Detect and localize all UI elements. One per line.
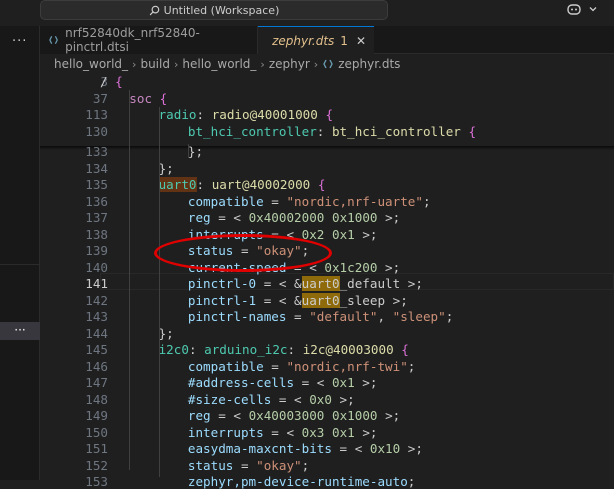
indent-guide — [188, 144, 189, 158]
line-number: 148 — [40, 392, 108, 407]
code-line[interactable]: #size-cells = < 0x0 >; — [188, 392, 355, 407]
line-number: 139 — [40, 243, 108, 258]
breadcrumb-item[interactable]: zephyr.dts — [338, 57, 400, 71]
code-line[interactable]: status = "okay"; — [188, 243, 309, 258]
line-number: 149 — [40, 408, 108, 423]
code-line[interactable]: pinctrl-names = "default", "sleep"; — [188, 309, 453, 324]
breadcrumb: hello_world_ › build › hello_world_ › ze… — [40, 54, 614, 74]
workspace-title: Untitled (Workspace) — [164, 4, 280, 17]
code-line[interactable]: }; — [188, 144, 203, 159]
file-icon — [48, 34, 59, 46]
line-number: 135 — [40, 177, 108, 192]
line-number: 141 — [40, 276, 108, 291]
code-line[interactable]: radio: radio@40001000 { — [159, 107, 333, 122]
line-number: 153 — [40, 474, 108, 489]
panel-divider — [0, 264, 40, 265]
line-number: 130 — [40, 124, 108, 139]
code-line[interactable]: current-speed = < 0x1c200 >; — [188, 260, 400, 275]
line-number: 3 — [40, 74, 108, 89]
line-number: 138 — [40, 227, 108, 242]
code-line[interactable]: }; — [159, 326, 174, 341]
line-number: 133 — [40, 144, 108, 159]
line-number: 37 — [40, 91, 108, 106]
code-line[interactable]: reg = < 0x40002000 0x1000 >; — [188, 210, 400, 225]
line-number: 144 — [40, 326, 108, 341]
sticky-scroll-shadow — [40, 146, 614, 150]
tab-label: zephyr.dts — [272, 34, 334, 48]
breadcrumb-item[interactable]: hello_world_ — [182, 57, 256, 71]
line-number: 152 — [40, 458, 108, 473]
line-number: 146 — [40, 359, 108, 374]
line-number: 134 — [40, 161, 108, 176]
side-panel: ··· ··· — [0, 26, 40, 480]
indent-guide — [129, 90, 130, 470]
code-line[interactable]: pinctrl-0 = < &uart0_default >; — [188, 276, 423, 291]
indent-guide — [159, 107, 160, 477]
line-number: 136 — [40, 194, 108, 209]
search-icon — [149, 5, 160, 16]
code-line[interactable]: reg = < 0x40003000 0x1000 >; — [188, 408, 400, 423]
title-bar: Untitled (Workspace) — [0, 0, 614, 26]
tab-pinctrl-dtsi[interactable]: nrf52840dk_nrf52840-pinctrl.dtsi — [40, 26, 258, 54]
code-line[interactable]: compatible = "nordic,nrf-uarte"; — [188, 194, 431, 209]
chevron-down-icon[interactable] — [588, 4, 598, 14]
tab-label: nrf52840dk_nrf52840-pinctrl.dtsi — [65, 26, 249, 54]
chevron-right-icon: › — [174, 58, 178, 71]
chevron-right-icon: › — [314, 58, 318, 71]
line-number: 143 — [40, 309, 108, 324]
tab-zephyr-dts[interactable]: zephyr.dts 1 ✕ — [258, 26, 374, 54]
line-number: 137 — [40, 210, 108, 225]
code-line[interactable]: pinctrl-1 = < &uart0_sleep >; — [188, 293, 408, 308]
code-line[interactable]: easydma-maxcnt-bits = < 0x10 >; — [188, 441, 423, 456]
breadcrumb-item[interactable]: zephyr — [269, 57, 310, 71]
code-line[interactable]: status = "okay"; — [188, 458, 309, 473]
code-line[interactable]: }; — [159, 161, 174, 176]
command-center-search[interactable]: Untitled (Workspace) — [40, 0, 388, 20]
chevron-right-icon: › — [132, 58, 136, 71]
chevron-right-icon: › — [260, 58, 264, 71]
line-number: 140 — [40, 260, 108, 275]
problem-count-badge: 1 — [340, 34, 348, 48]
breadcrumb-item[interactable]: hello_world_ — [54, 57, 128, 71]
more-actions-icon[interactable]: ··· — [12, 34, 27, 49]
code-line[interactable]: interrupts = < 0x3 0x1 >; — [188, 425, 378, 440]
line-number: 150 — [40, 425, 108, 440]
editor-tabs: nrf52840dk_nrf52840-pinctrl.dtsi zephyr.… — [40, 26, 614, 54]
code-line[interactable]: interrupts = < 0x2 0x1 >; — [188, 227, 378, 242]
breadcrumb-item[interactable]: build — [140, 57, 170, 71]
code-line[interactable]: i2c0: arduino_i2c: i2c@40003000 { — [159, 342, 409, 357]
code-line[interactable]: / { — [100, 74, 123, 89]
line-number: 151 — [40, 441, 108, 456]
line-number: 113 — [40, 107, 108, 122]
code-line[interactable]: #address-cells = < 0x1 >; — [188, 375, 378, 390]
code-line[interactable]: compatible = "nordic,nrf-twi"; — [188, 359, 416, 374]
close-icon[interactable]: ✕ — [356, 34, 366, 48]
line-number: 145 — [40, 342, 108, 357]
code-editor[interactable]: 3/ { 37 soc { 113 radio: radio@40001000 { 130… — [40, 74, 614, 480]
code-line[interactable]: bt_hci_controller: bt_hci_controller { — [188, 124, 476, 139]
code-line[interactable]: uart0: uart@40002000 { — [159, 177, 326, 192]
code-line[interactable]: soc { — [129, 91, 167, 106]
copilot-icon[interactable] — [566, 2, 582, 16]
code-line[interactable]: zephyr,pm-device-runtime-auto; — [188, 474, 415, 489]
line-number: 147 — [40, 375, 108, 390]
line-number: 142 — [40, 293, 108, 308]
selected-item-more-icon[interactable]: ··· — [0, 322, 40, 340]
file-icon — [322, 58, 334, 70]
